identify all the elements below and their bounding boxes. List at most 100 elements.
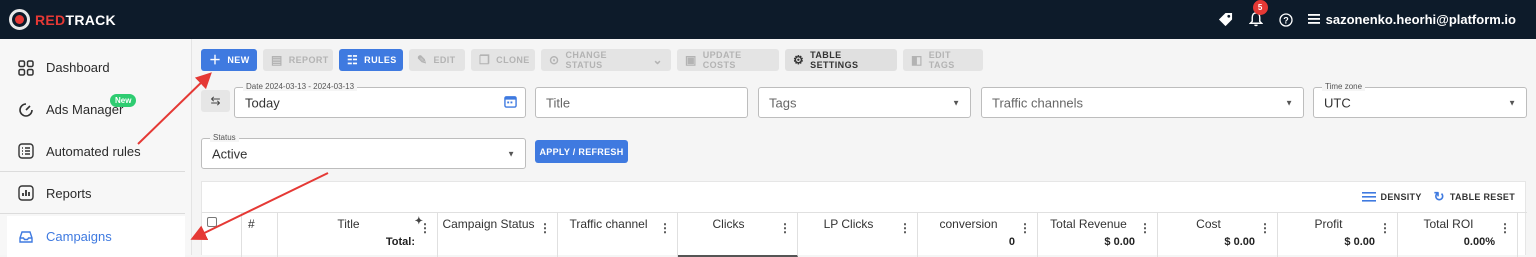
caret-down-icon: ▼ [1508, 98, 1516, 107]
logo-text: REDTRACK [35, 11, 116, 28]
column-menu-icon[interactable]: ⋮ [419, 221, 431, 235]
column-index[interactable]: # [242, 213, 278, 257]
column-menu-icon[interactable]: ⋮ [659, 221, 671, 235]
user-menu[interactable]: sazonenko.heorhi@platform.io [1307, 12, 1516, 27]
date-range-legend: Date 2024-03-13 - 2024-03-13 [243, 82, 358, 91]
reset-icon: ↻ [1433, 189, 1445, 204]
status-icon: ⊙ [549, 53, 560, 67]
column-conversion[interactable]: conversion ⋮ 0 [918, 213, 1038, 257]
bell-icon[interactable]: 5 [1248, 0, 1268, 28]
column-total: $ 0.00 [1344, 236, 1375, 248]
column-total: $ 0.00 [1104, 236, 1135, 248]
calendar-icon[interactable] [504, 95, 517, 111]
column-total: $ 0.00 [1224, 236, 1255, 248]
status-value: Active [212, 146, 248, 161]
sidebar: Dashboard Ads Manager New Automated rule… [0, 39, 192, 257]
notification-badge: 5 [1252, 0, 1268, 15]
caret-down-icon: ▼ [507, 149, 515, 158]
change-status-button[interactable]: ⊙ CHANGE STATUS ⌄ [541, 49, 671, 71]
tag-icon: ◧ [911, 53, 923, 67]
edit-tags-button[interactable]: ◧ EDIT TAGS [903, 49, 983, 71]
top-right-actions: 5 ? sazonenko.heorhi@platform.io [1218, 0, 1516, 39]
column-total: 0 [1008, 236, 1015, 248]
new-button[interactable]: ＋ NEW [201, 49, 257, 71]
table-reset-button[interactable]: ↻ TABLE RESET [1434, 189, 1515, 205]
report-button[interactable]: ▤ REPORT [263, 49, 333, 71]
svg-text:?: ? [1283, 15, 1289, 25]
title-filter-input[interactable]: Title [535, 87, 748, 118]
grid-icon [17, 59, 35, 77]
column-traffic-channel[interactable]: Traffic channel ⋮ [558, 213, 678, 257]
help-icon[interactable]: ? [1278, 12, 1294, 28]
pencil-icon: ✎ [417, 53, 428, 67]
rules-button[interactable]: ☷ RULES [339, 49, 403, 71]
column-menu-icon[interactable]: ⋮ [1019, 221, 1031, 235]
column-menu-icon[interactable]: ⋮ [899, 221, 911, 235]
column-lp-clicks[interactable]: LP Clicks ⋮ [798, 213, 918, 257]
column-menu-icon[interactable]: ⋮ [1259, 221, 1271, 235]
date-range-field[interactable]: Date 2024-03-13 - 2024-03-13 Today [234, 82, 526, 118]
column-profit[interactable]: Profit ⋮ $ 0.00 [1278, 213, 1398, 257]
column-total: 0.00% [1463, 236, 1495, 248]
column-campaign-status[interactable]: Campaign Status ⋮ [438, 213, 558, 257]
tags-select[interactable]: Tags ▼ [758, 87, 971, 118]
timezone-legend: Time zone [1322, 82, 1366, 91]
date-compare-button[interactable]: ⇆ [201, 90, 230, 112]
sidebar-item-label: Reports [46, 185, 92, 201]
column-total-roi[interactable]: Total ROI ⋮ 0.00% [1398, 213, 1518, 257]
user-email: sazonenko.heorhi@platform.io [1325, 12, 1516, 27]
clone-icon: ❐ [479, 53, 491, 67]
column-menu-icon[interactable]: ⋮ [1379, 221, 1391, 235]
campaigns-table: DENSITY ↻ TABLE RESET # Title ✦ ⋮ Total:… [201, 181, 1527, 257]
column-cost[interactable]: Cost ⋮ $ 0.00 [1158, 213, 1278, 257]
status-select[interactable]: Status Active ▼ [201, 133, 526, 169]
density-button[interactable]: DENSITY [1361, 189, 1422, 205]
tags-placeholder: Tags [769, 95, 797, 110]
tag-icon[interactable] [1218, 12, 1234, 28]
title-placeholder: Title [546, 95, 571, 110]
top-bar: REDTRACK 5 ? sazonenko.heorhi@platform.i… [0, 0, 1536, 39]
sidebar-item-reports[interactable]: Reports [0, 173, 185, 214]
column-total-revenue[interactable]: Total Revenue ⋮ $ 0.00 [1038, 213, 1158, 257]
select-all-checkbox[interactable] [207, 217, 217, 227]
sidebar-item-label: Campaigns [46, 229, 112, 244]
chevron-down-icon: ⌄ [652, 53, 663, 67]
column-menu-icon[interactable]: ⋮ [539, 221, 551, 235]
traffic-channels-select[interactable]: Traffic channels ▼ [981, 87, 1304, 118]
table-tools: DENSITY ↻ TABLE RESET [1361, 189, 1515, 205]
sidebar-item-dashboard[interactable]: Dashboard [0, 47, 185, 88]
select-all-cell [202, 213, 242, 257]
caret-down-icon: ▼ [952, 98, 960, 107]
timezone-select[interactable]: Time zone UTC ▼ [1313, 82, 1527, 118]
sidebar-item-campaigns[interactable]: Campaigns [7, 216, 185, 257]
report-icon: ▤ [271, 53, 283, 67]
column-clicks[interactable]: Clicks ⋮ [678, 213, 798, 257]
traffic-placeholder: Traffic channels [992, 95, 1084, 110]
chart-icon [17, 184, 35, 202]
density-icon [1361, 190, 1376, 205]
timezone-value: UTC [1324, 95, 1351, 110]
plus-icon: ＋ [209, 53, 222, 67]
table-settings-button[interactable]: ⚙ TABLE SETTINGS [785, 49, 897, 71]
swap-arrows-icon: ⇆ [210, 94, 221, 108]
caret-down-icon: ▼ [1285, 98, 1293, 107]
column-menu-icon[interactable]: ⋮ [1499, 221, 1511, 235]
redtrack-logo[interactable]: REDTRACK [9, 9, 116, 30]
column-menu-icon[interactable]: ⋮ [1139, 221, 1151, 235]
sidebar-item-label: Dashboard [46, 60, 110, 75]
gear-icon: ⚙ [793, 53, 805, 67]
new-badge: New [110, 94, 137, 107]
column-title[interactable]: Title ✦ ⋮ Total: [278, 213, 438, 257]
sidebar-item-automated-rules[interactable]: Automated rules [0, 131, 185, 172]
clone-button[interactable]: ❐ CLONE [471, 49, 535, 71]
sidebar-item-ads-manager[interactable]: Ads Manager New [0, 89, 185, 130]
status-legend: Status [210, 133, 239, 142]
apply-refresh-button[interactable]: APPLY / REFRESH [535, 140, 628, 163]
rules-icon: ☷ [347, 53, 359, 67]
wallet-icon: ▣ [685, 53, 697, 67]
gauge-icon [17, 101, 35, 119]
column-menu-icon[interactable]: ⋮ [779, 221, 791, 235]
edit-button[interactable]: ✎ EDIT [409, 49, 465, 71]
update-costs-button[interactable]: ▣ UPDATE COSTS [677, 49, 779, 71]
date-range-value: Today [245, 95, 280, 110]
